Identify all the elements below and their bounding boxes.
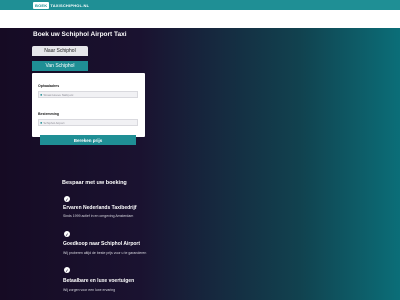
pickup-placeholder: Straat Hoeve Nabij etc: [43, 92, 74, 97]
calculate-price-button[interactable]: Bereken prijs: [40, 135, 136, 145]
benefit-text: Wij zorgen voor een luxe ervaring: [63, 288, 116, 292]
nav-bar: [0, 10, 400, 28]
benefit-title: Betaalbare en luxe voertuigen: [63, 278, 135, 284]
destination-input[interactable]: ● Schiphol Airport: [38, 119, 138, 126]
map-pin-icon: ●: [40, 92, 43, 97]
destination-value: Schiphol Airport: [43, 120, 65, 125]
page-title: Boek uw Schiphol Airport Taxi: [33, 31, 127, 38]
logo-part2: TAXISCHIPHOL.NL: [50, 3, 90, 8]
logo[interactable]: BOEK TAXISCHIPHOL.NL: [33, 2, 90, 9]
logo-part1: BOEK: [33, 2, 50, 9]
top-bar: BOEK TAXISCHIPHOL.NL: [0, 0, 400, 10]
check-circle-icon: ✓: [64, 196, 70, 202]
pickup-label: Ophaaladres: [38, 84, 60, 88]
destination-label: Bestemming: [38, 112, 60, 116]
booking-form: Ophaaladres ● Straat Hoeve Nabij etc Bes…: [32, 73, 145, 137]
benefit-text: Sinds 1999 actief in en omgeving Amsterd…: [63, 214, 134, 218]
benefit-title: Ervaren Nederlands Taxibedrijf: [63, 205, 137, 211]
map-pin-icon: ●: [40, 120, 43, 125]
benefit-title: Goedkoop naar Schiphol Airport: [63, 241, 141, 247]
tab-from-schiphol[interactable]: Van Schiphol: [32, 61, 88, 71]
check-circle-icon: ✓: [64, 267, 70, 273]
check-circle-icon: ✓: [64, 231, 70, 237]
pickup-input[interactable]: ● Straat Hoeve Nabij etc: [38, 91, 138, 98]
tab-to-schiphol[interactable]: Naar Schiphol: [32, 46, 88, 56]
benefits-title: Bespaar met uw boeking: [62, 180, 127, 186]
benefit-text: Wij proberen altijd de beste prijs voor …: [63, 251, 147, 255]
